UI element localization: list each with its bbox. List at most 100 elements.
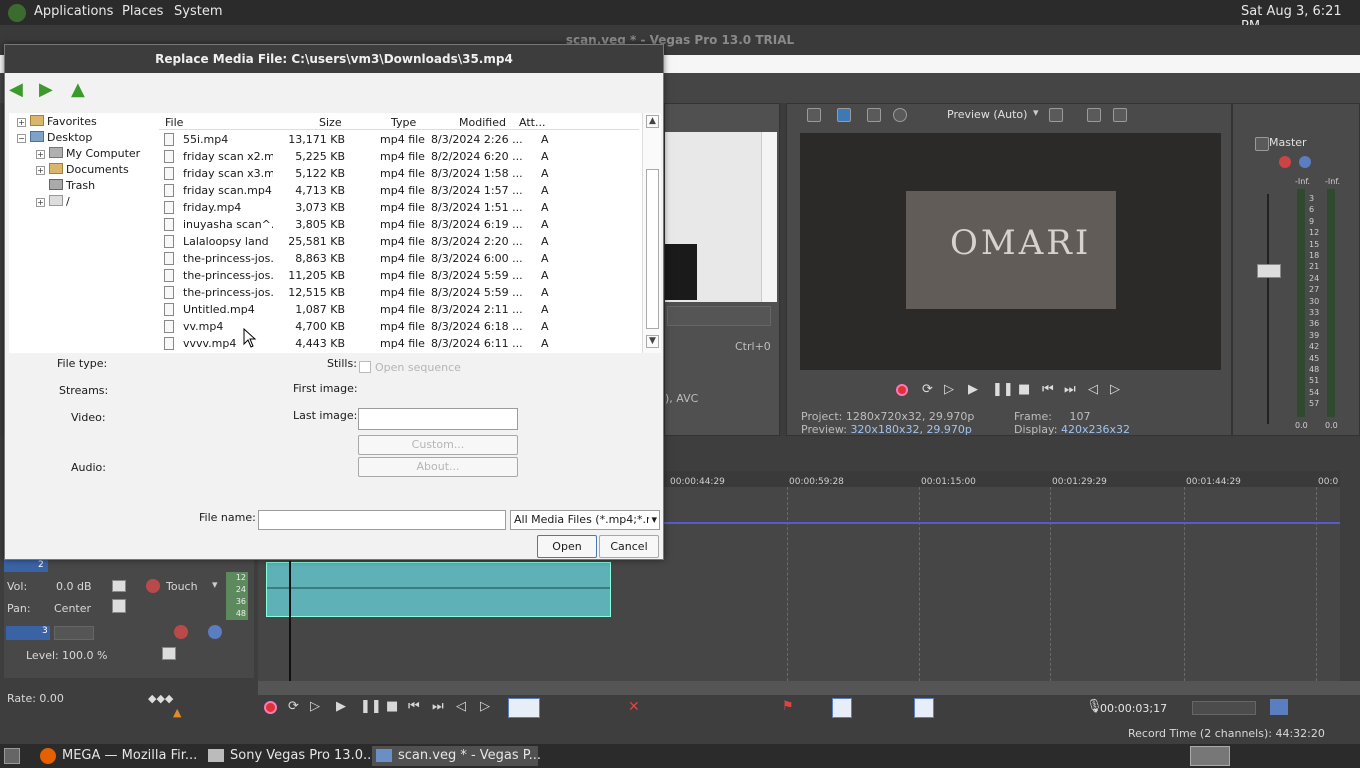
previous-frame-icon[interactable]: ◁	[1088, 382, 1098, 397]
next-frame-icon[interactable]: ▷	[1110, 382, 1120, 397]
explorer-search-box[interactable]	[667, 306, 771, 326]
delete-icon[interactable]: ✕	[628, 699, 640, 715]
loop-icon[interactable]: ⟳	[922, 382, 933, 397]
marker-icon[interactable]: ⚑	[782, 699, 794, 714]
collapse-icon[interactable]: −	[17, 134, 26, 143]
cancel-button[interactable]: Cancel	[599, 535, 659, 558]
file-row[interactable]: inuyasha scan^... 3,805 KB mp4 file 8/3/202…	[159, 216, 649, 233]
tree-item-root[interactable]: + /	[36, 195, 70, 208]
timeline-loop-icon[interactable]: ⟳	[288, 699, 299, 714]
applications-menu[interactable]: Applications	[34, 4, 113, 19]
ripple-edit-icon[interactable]	[914, 698, 934, 718]
forward-arrow-icon[interactable]: ▶	[39, 81, 61, 101]
timeline-go-to-start-icon[interactable]: ⏮	[408, 699, 420, 714]
normal-edit-tool-icon[interactable]	[508, 698, 540, 718]
file-row[interactable]: friday scan x2.m... 5,225 KB mp4 file 8/2/2…	[159, 148, 649, 165]
selection-length-field[interactable]	[1192, 701, 1256, 715]
tree-item-my-computer[interactable]: + My Computer	[36, 147, 140, 160]
chevron-down-icon[interactable]: ▾	[649, 511, 657, 529]
about-button[interactable]: About...	[358, 457, 518, 477]
open-sequence-checkbox[interactable]	[359, 361, 371, 373]
open-button[interactable]: Open	[537, 535, 597, 558]
pause-icon[interactable]: ❚❚	[992, 382, 1014, 397]
timeline-pause-icon[interactable]: ❚❚	[360, 699, 382, 714]
taskbar-item-firefox[interactable]: MEGA — Mozilla Fir...	[36, 746, 197, 766]
automation-icon[interactable]	[146, 579, 160, 593]
track-3-name-field[interactable]	[54, 626, 94, 640]
file-row[interactable]: friday scan x3.m... 5,122 KB mp4 file 8/3/2…	[159, 165, 649, 182]
scroll-up-icon[interactable]: ▲	[646, 115, 659, 128]
timeline-go-to-end-icon[interactable]: ⏭	[432, 699, 444, 714]
timeline-stop-icon[interactable]: ■	[386, 699, 398, 714]
mute-icon[interactable]	[208, 625, 222, 639]
show-desktop-icon[interactable]	[4, 748, 20, 764]
system-menu[interactable]: System	[174, 4, 222, 19]
column-header-attributes[interactable]: Att...	[519, 116, 545, 129]
scroll-down-icon[interactable]: ▼	[646, 335, 659, 348]
chevron-down-icon[interactable]: ▾	[212, 578, 218, 591]
column-header-size[interactable]: Size	[319, 116, 342, 129]
go-to-start-icon[interactable]: ⏮	[1042, 382, 1054, 397]
record-button[interactable]	[896, 384, 908, 396]
back-arrow-icon[interactable]: ◀	[9, 81, 31, 101]
master-mute-icon[interactable]	[1299, 156, 1311, 168]
playhead[interactable]	[289, 561, 291, 681]
track-fx-icon[interactable]	[174, 625, 188, 639]
scroll-thumb[interactable]	[646, 169, 659, 329]
expand-icon[interactable]: +	[36, 198, 45, 207]
stop-icon[interactable]: ■	[1018, 382, 1030, 397]
preview-properties-icon[interactable]	[807, 108, 821, 122]
timeline-hscroll[interactable]	[258, 681, 1360, 695]
master-properties-icon[interactable]	[1255, 137, 1269, 151]
master-fx-icon[interactable]	[1279, 156, 1291, 168]
file-row[interactable]: the-princess-jos... 8,863 KB mp4 file 8/3/2…	[159, 250, 649, 267]
workspace-switcher[interactable]	[1190, 746, 1230, 766]
copy-snapshot-icon[interactable]	[1087, 108, 1101, 122]
timeline-record-button[interactable]	[264, 701, 277, 714]
chevron-down-icon[interactable]: ▾	[1033, 106, 1039, 119]
touch-dropdown[interactable]: Touch	[166, 580, 198, 593]
file-row[interactable]: vvvv.mp4 4,443 KB mp4 file 8/3/2024 6:11 ..…	[159, 335, 649, 352]
explorer-scrollbar[interactable]	[761, 132, 777, 302]
go-to-end-icon[interactable]: ⏭	[1064, 382, 1076, 397]
file-row[interactable]: friday scan.mp4 4,713 KB mp4 file 8/3/2024 …	[159, 182, 649, 199]
file-row[interactable]: friday.mp4 3,073 KB mp4 file 8/3/2024 1:51 …	[159, 199, 649, 216]
tree-item-documents[interactable]: + Documents	[36, 163, 129, 176]
expand-icon[interactable]: +	[36, 166, 45, 175]
play-from-start-icon[interactable]: ▷	[944, 382, 954, 397]
file-row[interactable]: the-princess-jos... 11,205 KB mp4 file 8/3/…	[159, 267, 649, 284]
last-image-field[interactable]	[358, 408, 518, 430]
rate-slider[interactable]: ◆◆◆	[148, 692, 173, 705]
up-folder-icon[interactable]: ▲	[71, 81, 93, 101]
preview-quality-dropdown[interactable]: Preview (Auto)	[947, 108, 1027, 121]
custom-button[interactable]: Custom...	[358, 435, 518, 455]
timecode-display[interactable]: 00:00:03;17	[1100, 702, 1167, 715]
timeline-play-icon[interactable]: ▶	[336, 699, 346, 714]
pan-slider[interactable]	[112, 599, 126, 613]
overlay-icon[interactable]	[893, 108, 907, 122]
play-icon[interactable]: ▶	[968, 382, 978, 397]
render-icon[interactable]	[1270, 699, 1288, 715]
tree-item-favorites[interactable]: + Favorites	[17, 115, 97, 128]
places-menu[interactable]: Places	[122, 4, 163, 19]
column-header-file[interactable]: File	[165, 116, 183, 129]
split-screen-icon[interactable]	[867, 108, 881, 122]
file-list-scrollbar[interactable]: ▲ ▼	[642, 113, 661, 353]
expand-icon[interactable]: +	[17, 118, 26, 127]
file-name-input[interactable]	[258, 510, 506, 530]
tree-item-desktop[interactable]: − Desktop	[17, 131, 92, 144]
column-header-modified[interactable]: Modified	[459, 116, 506, 129]
file-row[interactable]: the-princess-jos... 12,515 KB mp4 file 8/3/…	[159, 284, 649, 301]
taskbar-item-vegas-window[interactable]: scan.veg * - Vegas P...	[372, 746, 541, 766]
save-snapshot-icon[interactable]	[1113, 108, 1127, 122]
tree-item-trash[interactable]: Trash	[49, 179, 95, 192]
timeline-play-from-start-icon[interactable]: ▷	[310, 699, 320, 714]
column-header-type[interactable]: Type	[391, 116, 416, 129]
snapping-icon[interactable]	[832, 698, 852, 718]
volume-slider[interactable]	[112, 580, 126, 592]
timeline-next-frame-icon[interactable]: ▷	[480, 699, 490, 714]
grid-icon[interactable]	[1049, 108, 1063, 122]
file-row[interactable]: 55i.mp4 13,171 KB mp4 file 8/3/2024 2:26 ..…	[159, 131, 649, 148]
distro-logo-icon[interactable]	[8, 4, 26, 22]
level-slider[interactable]	[162, 647, 176, 660]
